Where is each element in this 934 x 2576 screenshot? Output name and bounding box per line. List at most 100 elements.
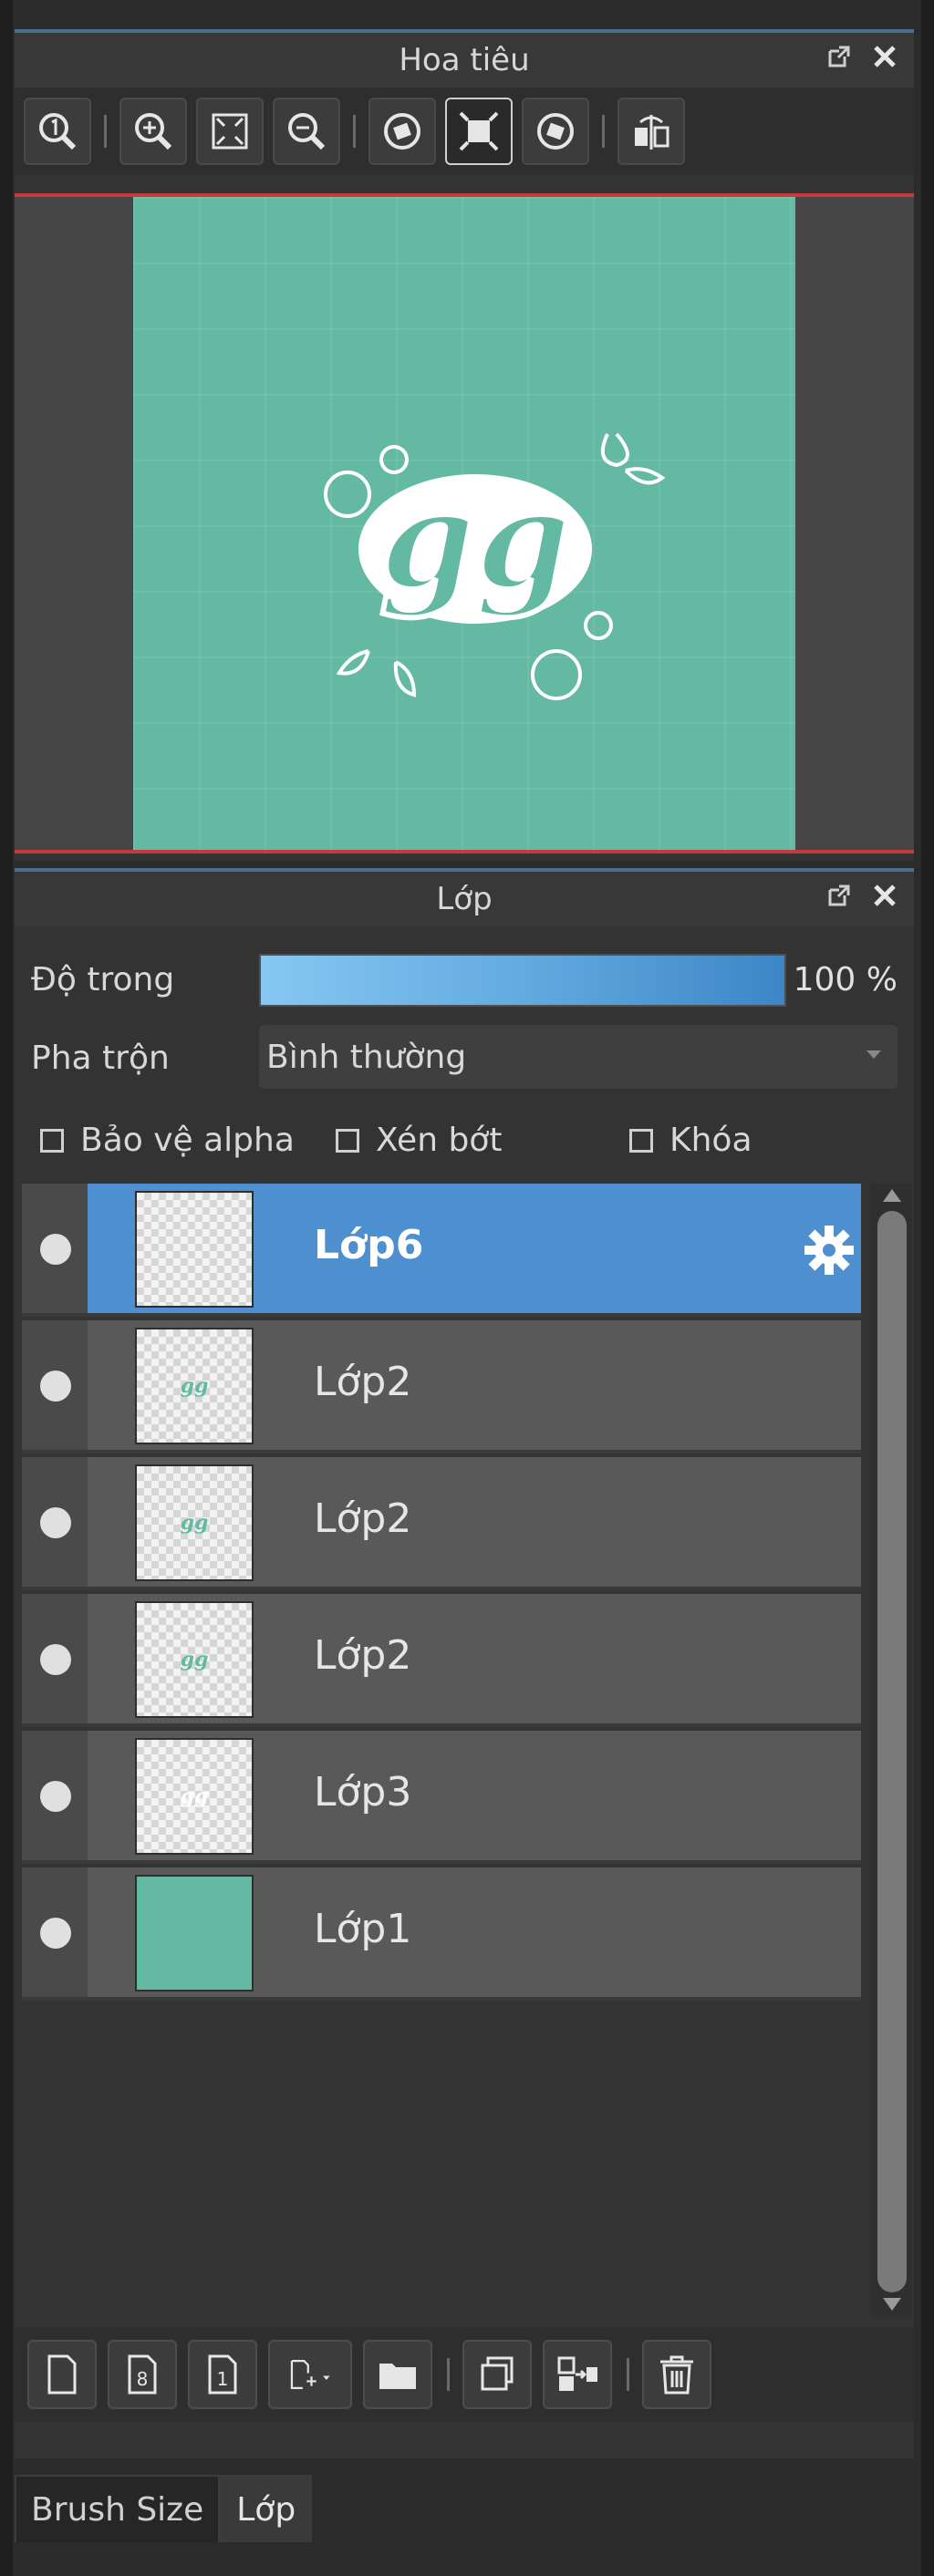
layer-8bit-icon: 8 bbox=[128, 2354, 157, 2395]
scroll-up-icon[interactable] bbox=[883, 1189, 901, 1202]
thumbnail-art: gg bbox=[180, 1785, 209, 1808]
tab-layers[interactable]: Lớp bbox=[220, 2475, 313, 2542]
thumbnail-art: gg bbox=[180, 1374, 209, 1398]
new-layer-button[interactable] bbox=[27, 2340, 97, 2409]
new-8bit-layer-button[interactable]: 8 bbox=[108, 2340, 177, 2409]
visibility-toggle[interactable] bbox=[22, 1594, 88, 1723]
new-1bit-layer-button[interactable]: 1 bbox=[188, 2340, 257, 2409]
duplicate-icon bbox=[481, 2356, 514, 2391]
svg-text:8: 8 bbox=[137, 2368, 149, 2390]
zoom-in-icon bbox=[135, 113, 172, 150]
layer-thumbnail: gg bbox=[135, 1464, 254, 1581]
blend-mode-select[interactable]: Bình thường bbox=[259, 1025, 898, 1089]
blend-mode-value: Bình thường bbox=[266, 1038, 467, 1076]
opacity-slider[interactable] bbox=[259, 954, 786, 1007]
toolbar-separator bbox=[104, 115, 107, 148]
popout-icon[interactable] bbox=[825, 881, 854, 910]
gear-icon[interactable] bbox=[801, 1222, 857, 1278]
svg-text:1: 1 bbox=[217, 2368, 229, 2390]
layer-row[interactable]: gg Lớp3 bbox=[22, 1731, 861, 1864]
blend-label: Pha trộn bbox=[31, 1040, 170, 1077]
layer-thumbnail: gg bbox=[135, 1328, 254, 1444]
rotate-right-icon bbox=[537, 113, 574, 150]
visibility-dot-icon bbox=[40, 1371, 71, 1402]
protect-alpha-label: Bảo vệ alpha bbox=[80, 1122, 295, 1159]
layer-thumbnail: gg bbox=[135, 1738, 254, 1855]
toolbar-separator bbox=[353, 115, 356, 148]
layer-name: Lớp2 bbox=[314, 1632, 412, 1679]
add-layer-dropdown-button[interactable] bbox=[268, 2340, 352, 2409]
delete-layer-button[interactable] bbox=[642, 2340, 711, 2409]
layer-name: Lớp2 bbox=[314, 1359, 412, 1405]
layer-list: Lớp6 gg Lớp2 gg Lớp2 gg Lớp2 gg Lớp3 Lớp… bbox=[22, 1184, 868, 2316]
rotate-right-button[interactable] bbox=[522, 98, 589, 165]
chevron-down-icon bbox=[867, 1050, 881, 1059]
new-page-icon bbox=[47, 2354, 77, 2395]
zoom-actual-icon bbox=[39, 113, 77, 150]
canvas-preview[interactable]: gg bbox=[133, 197, 795, 850]
visibility-toggle[interactable] bbox=[22, 1320, 88, 1450]
left-edge-strip bbox=[0, 0, 13, 2576]
clipping-checkbox[interactable]: Xén bớt bbox=[336, 1122, 502, 1159]
layers-bottom-toolbar: 8 1 bbox=[15, 2327, 914, 2422]
zoom-actual-button[interactable] bbox=[24, 98, 91, 165]
trash-icon bbox=[660, 2355, 693, 2395]
visibility-toggle[interactable] bbox=[22, 1457, 88, 1587]
duplicate-layer-button[interactable] bbox=[462, 2340, 532, 2409]
fit-screen-button[interactable] bbox=[196, 98, 264, 165]
add-layer-icon bbox=[290, 2360, 330, 2389]
navigator-title: Hoa tiêu bbox=[399, 42, 530, 78]
new-folder-button[interactable] bbox=[363, 2340, 432, 2409]
layer-row[interactable]: gg Lớp2 bbox=[22, 1457, 861, 1590]
rotate-left-icon bbox=[384, 113, 420, 150]
layer-1bit-icon: 1 bbox=[208, 2354, 237, 2395]
layers-title: Lớp bbox=[436, 881, 493, 917]
flip-horizontal-button[interactable] bbox=[617, 98, 685, 165]
checkbox-box bbox=[40, 1128, 64, 1153]
layer-row[interactable]: Lớp1 bbox=[22, 1867, 861, 2001]
fullscreen-icon bbox=[459, 111, 499, 151]
opacity-value: 100 % bbox=[793, 961, 898, 998]
layer-row[interactable]: gg Lớp2 bbox=[22, 1594, 861, 1727]
navigator-panel: Hoa tiêu gg bbox=[15, 29, 914, 861]
toolbar-separator bbox=[447, 2358, 450, 2391]
protect-alpha-checkbox[interactable]: Bảo vệ alpha bbox=[40, 1122, 295, 1159]
layer-thumbnail bbox=[135, 1875, 254, 1991]
close-icon[interactable] bbox=[870, 42, 899, 71]
toolbar-separator bbox=[627, 2358, 629, 2391]
visibility-toggle[interactable] bbox=[22, 1731, 88, 1860]
layer-list-scrollbar[interactable] bbox=[870, 1184, 912, 2316]
rotate-left-button[interactable] bbox=[368, 98, 436, 165]
zoom-out-button[interactable] bbox=[273, 98, 340, 165]
flip-horizontal-icon bbox=[635, 115, 669, 150]
lock-checkbox[interactable]: Khóa bbox=[629, 1122, 752, 1159]
fit-screen-icon bbox=[212, 113, 248, 150]
scrollbar-thumb[interactable] bbox=[877, 1211, 907, 2292]
zoom-in-button[interactable] bbox=[119, 98, 187, 165]
layer-row[interactable]: Lớp6 bbox=[22, 1184, 861, 1317]
toolbar-separator bbox=[602, 115, 605, 148]
thumbnail-art: gg bbox=[180, 1648, 209, 1671]
visibility-dot-icon bbox=[40, 1234, 71, 1265]
artwork-text: gg bbox=[379, 460, 571, 620]
popout-icon[interactable] bbox=[825, 42, 854, 71]
navigator-bottom-border bbox=[15, 850, 914, 853]
visibility-toggle[interactable] bbox=[22, 1184, 88, 1313]
tab-brush-size[interactable]: Brush Size bbox=[15, 2475, 221, 2542]
visibility-toggle[interactable] bbox=[22, 1867, 88, 1997]
lock-label: Khóa bbox=[669, 1122, 752, 1159]
merge-down-button[interactable] bbox=[543, 2340, 612, 2409]
layer-name: Lớp2 bbox=[314, 1495, 412, 1542]
layer-row[interactable]: gg Lớp2 bbox=[22, 1320, 861, 1454]
navigator-viewport[interactable]: gg bbox=[15, 197, 914, 850]
merge-down-icon bbox=[557, 2356, 597, 2391]
visibility-dot-icon bbox=[40, 1918, 71, 1949]
right-edge-strip bbox=[921, 0, 934, 2576]
close-icon[interactable] bbox=[870, 881, 899, 910]
layer-thumbnail: gg bbox=[135, 1601, 254, 1718]
visibility-dot-icon bbox=[40, 1644, 71, 1675]
fullscreen-button[interactable] bbox=[445, 98, 513, 165]
checkbox-box bbox=[336, 1128, 359, 1153]
scroll-down-icon[interactable] bbox=[883, 2298, 901, 2311]
panel-tabs: Brush Size Lớp bbox=[15, 2469, 313, 2542]
